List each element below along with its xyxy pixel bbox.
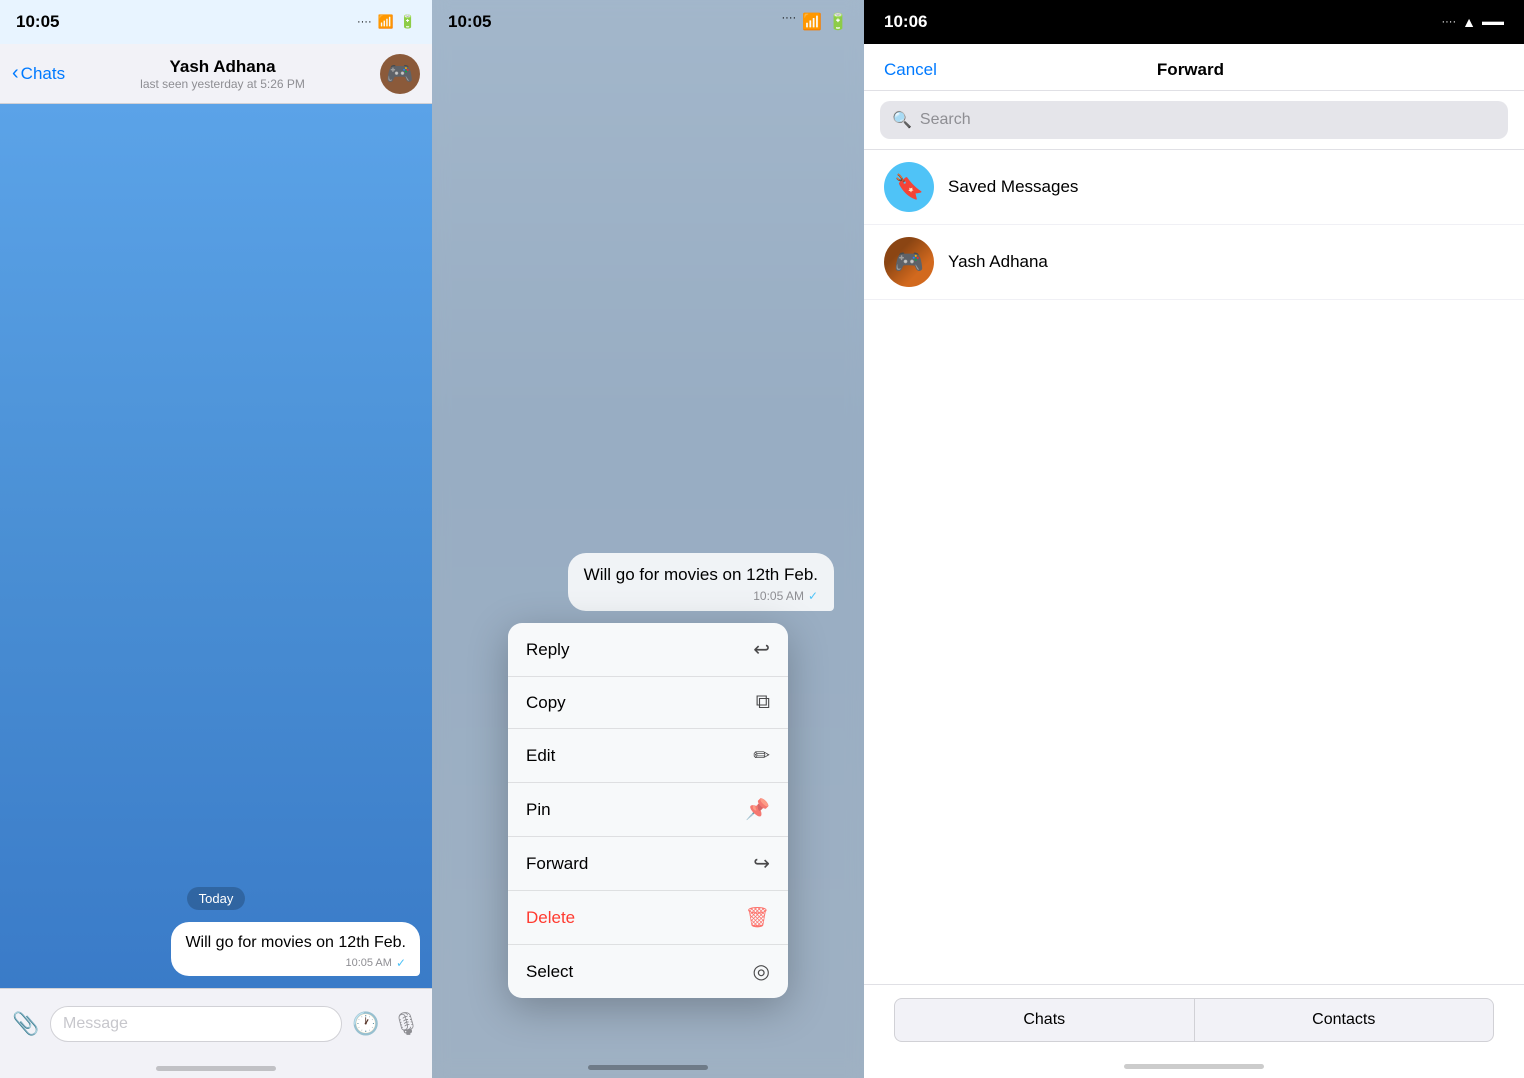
menu-item-reply[interactable]: Reply ↩	[508, 623, 788, 677]
chevron-left-icon: ‹	[12, 62, 19, 85]
context-content: Will go for movies on 12th Feb. 10:05 AM…	[432, 0, 864, 1078]
date-badge: Today	[187, 887, 246, 910]
delete-icon: 🗑	[745, 905, 770, 930]
menu-item-forward[interactable]: Forward ↪	[508, 837, 788, 891]
avatar-emoji: 🎮	[386, 61, 413, 87]
forward-bottom-tabs: Chats Contacts	[864, 984, 1524, 1054]
chat-input-bar: 📎 Message 🕐 🎙	[0, 988, 432, 1058]
forward-status-icons: ···· ▲ ▬▬	[1441, 14, 1504, 30]
message-text: Will go for movies on 12th Feb.	[185, 934, 406, 951]
edit-icon: ✏	[753, 743, 770, 768]
saved-messages-avatar: 🔖	[884, 162, 934, 212]
contact-name: Yash Adhana	[169, 57, 275, 77]
select-icon: ◎	[753, 959, 770, 984]
message-time: 10:05 AM	[345, 957, 391, 969]
menu-copy-label: Copy	[526, 693, 566, 713]
bookmark-icon: 🔖	[894, 173, 924, 202]
emoji-button[interactable]: 🕐	[350, 1008, 382, 1040]
forward-sheet: Cancel Forward 🔍 Search 🔖 Saved Messages	[864, 44, 1524, 1078]
clock-icon: 🕐	[352, 1011, 379, 1037]
input-placeholder: Message	[63, 1015, 128, 1033]
status-icons: ···· 📶 🔋	[357, 14, 416, 30]
chat-header-info: Yash Adhana last seen yesterday at 5:26 …	[73, 57, 372, 91]
forward-home-bar	[1124, 1064, 1264, 1069]
message-preview: Will go for movies on 12th Feb. 10:05 AM…	[568, 553, 834, 611]
forward-status-bar: 10:06 ···· ▲ ▬▬	[864, 0, 1524, 44]
menu-select-label: Select	[526, 962, 573, 982]
home-indicator	[0, 1058, 432, 1078]
menu-delete-label: Delete	[526, 908, 575, 928]
back-label[interactable]: Chats	[21, 64, 65, 84]
attach-button[interactable]: 📎	[10, 1008, 42, 1040]
status-bar: 10:05 ···· 📶 🔋	[0, 0, 432, 44]
mic-button[interactable]: 🎙	[390, 1008, 422, 1040]
saved-messages-name: Saved Messages	[948, 177, 1078, 197]
context-menu-panel: 10:05 ···· 📶 🔋 Will go for movies on 12t…	[432, 0, 864, 1078]
forward-list: 🔖 Saved Messages 🎮 Yash Adhana	[864, 150, 1524, 984]
status-time: 10:05	[16, 12, 59, 32]
read-check-icon: ✓	[396, 956, 406, 970]
list-item-yash[interactable]: 🎮 Yash Adhana	[864, 225, 1524, 300]
fwd-signal-icon: ····	[1441, 16, 1456, 28]
menu-edit-label: Edit	[526, 746, 555, 766]
reply-icon: ↩	[753, 637, 770, 662]
tab-chats-label: Chats	[1023, 1011, 1065, 1029]
search-icon: 🔍	[892, 110, 912, 130]
forward-status-time: 10:06	[884, 12, 927, 32]
battery-icon: 🔋	[400, 14, 416, 30]
preview-check-icon: ✓	[808, 589, 818, 603]
chat-body: Today Will go for movies on 12th Feb. 10…	[0, 104, 432, 988]
menu-pin-label: Pin	[526, 800, 551, 820]
mic-icon: 🎙	[392, 1011, 420, 1037]
chat-header: ‹ Chats Yash Adhana last seen yesterday …	[0, 44, 432, 104]
menu-item-copy[interactable]: Copy ⧉	[508, 677, 788, 729]
yash-avatar-emoji: 🎮	[894, 248, 924, 277]
message-meta: 10:05 AM ✓	[185, 956, 406, 970]
back-button[interactable]: ‹ Chats	[12, 62, 65, 85]
preview-text: Will go for movies on 12th Feb.	[584, 565, 818, 584]
menu-item-edit[interactable]: Edit ✏	[508, 729, 788, 783]
pin-icon: 📌	[745, 797, 770, 822]
cancel-button[interactable]: Cancel	[884, 60, 937, 80]
chat-panel: 10:05 ···· 📶 🔋 ‹ Chats Yash Adhana last …	[0, 0, 432, 1078]
search-placeholder: Search	[920, 111, 971, 129]
yash-name: Yash Adhana	[948, 252, 1048, 272]
tab-chats[interactable]: Chats	[894, 998, 1194, 1042]
context-home-bar	[588, 1065, 708, 1070]
menu-item-select[interactable]: Select ◎	[508, 945, 788, 998]
menu-item-delete[interactable]: Delete 🗑	[508, 891, 788, 945]
tab-contacts-label: Contacts	[1312, 1011, 1375, 1029]
forward-icon: ↪	[753, 851, 770, 876]
menu-forward-label: Forward	[526, 854, 588, 874]
forward-panel: 10:06 ···· ▲ ▬▬ Cancel Forward 🔍 Search	[864, 0, 1524, 1078]
fwd-battery-icon: ▬▬	[1482, 16, 1504, 28]
forward-header: Cancel Forward	[864, 44, 1524, 91]
menu-item-pin[interactable]: Pin 📌	[508, 783, 788, 837]
message-input[interactable]: Message	[50, 1006, 342, 1042]
context-menu: Reply ↩ Copy ⧉ Edit ✏ Pin 📌 Forward ↪ De…	[508, 623, 788, 998]
copy-icon: ⧉	[756, 691, 770, 714]
fwd-wifi-icon: ▲	[1462, 14, 1476, 30]
preview-meta: 10:05 AM ✓	[584, 589, 818, 603]
search-input-container[interactable]: 🔍 Search	[880, 101, 1508, 139]
preview-time: 10:05 AM	[753, 589, 804, 603]
contact-status: last seen yesterday at 5:26 PM	[140, 77, 305, 91]
signal-icon: ····	[357, 16, 372, 28]
tab-contacts[interactable]: Contacts	[1194, 998, 1495, 1042]
attach-icon: 📎	[12, 1011, 39, 1037]
yash-avatar: 🎮	[884, 237, 934, 287]
home-bar	[156, 1066, 276, 1071]
wifi-icon: 📶	[378, 14, 394, 30]
list-item-saved-messages[interactable]: 🔖 Saved Messages	[864, 150, 1524, 225]
forward-title: Forward	[1157, 60, 1224, 80]
forward-home-indicator	[864, 1054, 1524, 1078]
message-bubble[interactable]: Will go for movies on 12th Feb. 10:05 AM…	[171, 922, 420, 976]
forward-search-bar: 🔍 Search	[864, 91, 1524, 150]
avatar[interactable]: 🎮	[380, 54, 420, 94]
menu-reply-label: Reply	[526, 640, 569, 660]
